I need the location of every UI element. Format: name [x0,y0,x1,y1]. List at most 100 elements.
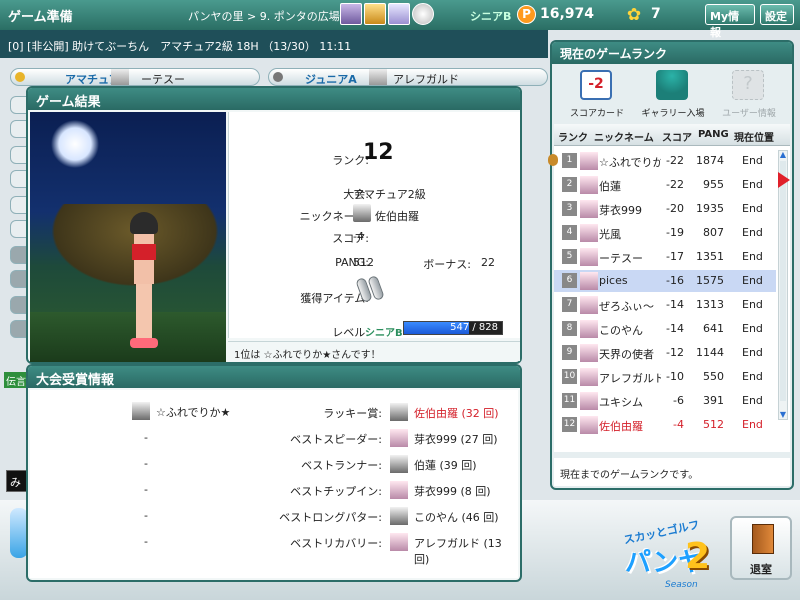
ranking-pang: 807 [703,226,724,239]
tournament-value: アマチュア2級 [353,188,426,201]
message-tab[interactable]: 伝言 [4,372,28,388]
scroll-up-icon[interactable]: ▲ [779,151,787,159]
logo-season: Season [665,580,698,590]
ranking-row[interactable]: 10 アレフガルド -10 550 End [554,366,776,388]
ranking-row[interactable]: 9 天界の使者 -12 1144 End [554,342,776,364]
player-avatar [580,368,598,386]
player-avatar [580,224,598,242]
ranking-row[interactable]: 5 ーテスー -17 1351 End [554,246,776,268]
winner-message: 1位は ☆ふれでりか★さんです！ [228,341,520,361]
ranking-nickname: ぜろふぃ～ [599,300,654,313]
ranking-nickname: このやん [599,324,643,337]
screen-title: ゲーム準備 [8,10,73,25]
ranking-scrollbar[interactable]: ▲ ▼ [778,150,788,420]
player-slot[interactable]: アマチュアD ーテスー [10,68,260,86]
ranking-score: -14 [666,322,684,335]
player-slot[interactable]: ジュニアA アレフガルド [268,68,548,86]
ranking-table: ランク ニックネーム スコア PANG 現在位置 1 ☆ふれでりか★ -22 1874… [548,124,790,452]
tab-gallery[interactable]: ギャラリー入場 [638,68,708,122]
level-progress-bar: 547 / 828 [403,321,503,335]
awards-heading: 大会受賞情報 [28,366,520,388]
ranking-nickname: アレフガルド [599,372,661,385]
ranking-position: End [742,322,763,335]
my-info-button[interactable]: My情報 [705,4,755,39]
score-label: スコア: [332,232,369,245]
ranking-position: End [742,346,763,359]
ranking-nickname: 芽衣999 [599,204,642,217]
player-portrait[interactable] [388,3,410,25]
rank-number: 5 [562,249,577,264]
item-label: 獲得アイテム: [300,292,369,305]
col-rank: ランク [558,133,588,144]
award-row: - ベストロングパター: このやん (46 回) [30,506,518,528]
tab-scorecard[interactable]: -2 スコアカード [562,68,632,122]
award-name: ベストスピーダー: [290,433,382,446]
player-portrait[interactable] [340,3,362,25]
character-scene [30,112,226,362]
rank-number: 9 [562,345,577,360]
tab-user-info[interactable]: ? ユーザー情報 [714,68,784,122]
award-player-avatar [390,481,408,499]
tab-label: スコアカード [569,109,624,119]
scroll-thumb[interactable] [780,161,786,401]
player-rank-label: ジュニアA [305,73,357,86]
cookie-count: 7 [651,6,661,22]
medal-icon [548,154,558,166]
ranking-row[interactable]: 3 芽衣999 -20 1935 End [554,198,776,220]
rank-number: 8 [562,321,577,336]
award-row: - ベストスピーダー: 芽衣999 (27 回) [30,428,518,450]
score-value: -4 [353,230,364,243]
player-avatar [580,200,598,218]
col-nickname: ニックネーム [594,133,654,144]
award-row: ☆ふれでりか★ ラッキー賞: 佐伯由羅 (32 回) [30,402,518,424]
player-avatar [580,344,598,362]
ranking-score: -16 [666,274,684,287]
ranking-pang: 641 [703,322,724,335]
game-result-panel: ゲーム結果 ランク: 12 大会: アマチュア2級 ニックネーム: 佐伯由羅 ス… [26,86,522,364]
award-name: ベストランナー: [301,459,382,472]
player-portrait[interactable] [364,3,386,25]
award-name: ベストチップイン: [290,485,382,498]
room-portraits [340,3,434,25]
award-player-avatar [390,429,408,447]
breadcrumb: パンヤの里 > 9. ポンタの広場 [188,10,340,23]
player-avatar [580,176,598,194]
top-bar: ゲーム準備 パンヤの里 > 9. ポンタの広場 シニアB P 16,974 ✿ … [0,0,800,39]
ranking-nickname: 光風 [599,228,621,241]
player-portrait[interactable] [412,3,434,25]
ranking-row[interactable]: 7 ぜろふぃ～ -14 1313 End [554,294,776,316]
status-icon [273,72,283,82]
ranking-row[interactable]: 1 ☆ふれでりか★ -22 1874 End [548,150,776,172]
ranking-score: -19 [666,226,684,239]
exit-room-button[interactable]: 退室 [730,516,792,580]
award-row: - ベストチップイン: 芽衣999 (8 回) [30,480,518,502]
scroll-down-icon[interactable]: ▼ [779,411,787,419]
ranking-row[interactable]: 2 伯蓮 -22 955 End [554,174,776,196]
ranking-row[interactable]: 4 光風 -19 807 End [554,222,776,244]
ranking-tabs: -2 スコアカード ギャラリー入場 ? ユーザー情報 [554,66,790,122]
ranking-row[interactable]: 6 pices -16 1575 End [554,270,776,292]
ranking-footer: 現在までのゲームランクです。 [554,458,790,486]
rank-number: 1 [562,153,577,168]
settings-button[interactable]: 設定 [760,4,794,25]
item-capsule-icon[interactable] [355,274,385,304]
ranking-row[interactable]: 12 佐伯由羅 -4 512 End [554,414,776,436]
pang-value: 512 [353,256,374,269]
ranking-nickname: 天界の使者 [599,348,654,361]
rank-value: 12 [363,140,394,165]
rank-number: 2 [562,177,577,192]
rank-number: 11 [562,393,577,408]
player-avatar [580,248,598,266]
ranking-pang: 391 [703,394,724,407]
ranking-row[interactable]: 8 このやん -14 641 End [554,318,776,340]
ranking-row[interactable]: 11 ユキシム -6 391 End [554,390,776,412]
winner-name: ☆ふれでりか★ [156,406,231,419]
player-character [124,212,164,352]
award-player: 伯蓮 (39 回) [414,459,477,472]
ranking-position: End [742,418,763,431]
ranking-position: End [742,154,763,167]
awards-panel: 大会受賞情報 ☆ふれでりか★ ラッキー賞: 佐伯由羅 (32 回) - ベストス… [26,364,522,582]
ranking-position: End [742,250,763,263]
scorecard-icon: -2 [580,70,612,100]
award-dash: - [144,509,148,522]
